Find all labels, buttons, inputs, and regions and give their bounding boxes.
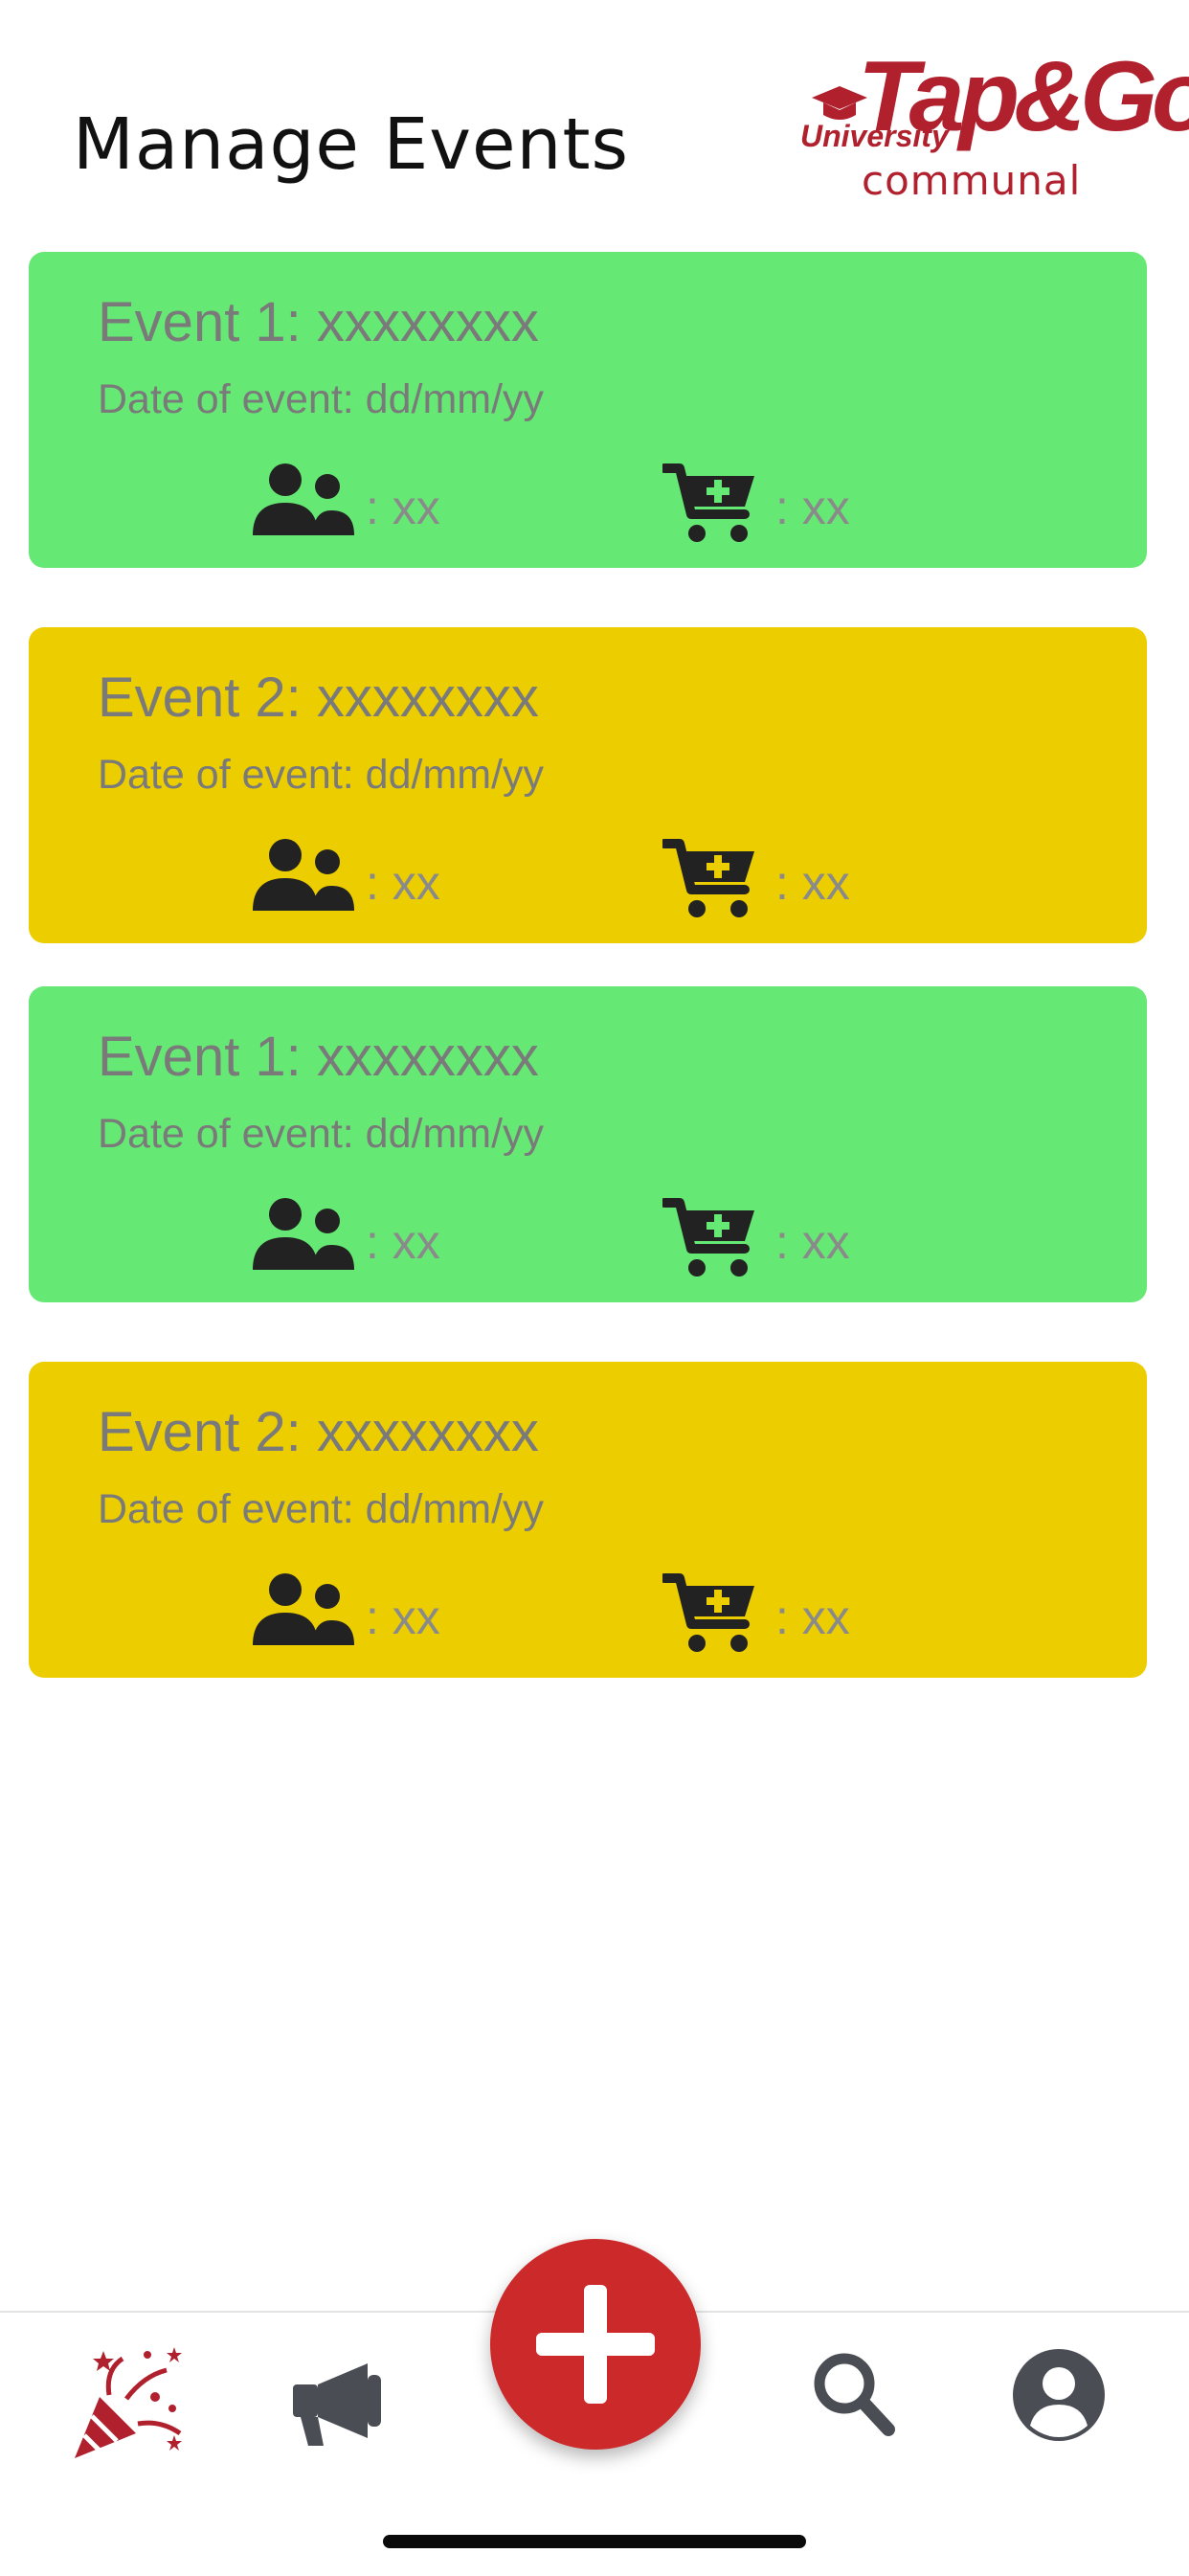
event-date: Date of event: dd/mm/yy [98,752,545,798]
tapgo-logo: Tap&Go University communal [796,44,1189,209]
sales-count: : xx [775,856,850,910]
plus-icon [536,2285,655,2404]
logo-subtitle: communal [862,157,1082,204]
event-card[interactable]: Event 1: xxxxxxxx Date of event: dd/mm/y… [29,252,1147,568]
event-title: Event 1: xxxxxxxx [98,1026,539,1088]
attendees-count: : xx [366,856,440,910]
event-date: Date of event: dd/mm/yy [98,1111,545,1157]
nav-item-profile[interactable] [1013,2349,1105,2441]
add-event-button[interactable] [490,2239,701,2450]
nav-item-events[interactable] [67,2341,191,2466]
search-icon [814,2353,895,2436]
attendees-count: : xx [366,481,440,534]
account-icon [1013,2349,1105,2441]
event-card[interactable]: Event 2: xxxxxxxx Date of event: dd/mm/y… [29,1362,1147,1678]
cart-plus-icon [662,463,754,542]
sales-count: : xx [775,1215,850,1269]
people-icon [253,463,354,535]
attendees-count: : xx [366,1591,440,1644]
sales-count: : xx [775,1591,850,1644]
cart-plus-icon [662,1198,754,1277]
event-card[interactable]: Event 2: xxxxxxxx Date of event: dd/mm/y… [29,627,1147,943]
people-icon [253,1573,354,1645]
event-title: Event 2: xxxxxxxx [98,667,539,729]
event-card[interactable]: Event 1: xxxxxxxx Date of event: dd/mm/y… [29,986,1147,1302]
party-popper-icon [75,2347,182,2458]
event-title: Event 1: xxxxxxxx [98,291,539,353]
attendees-count: : xx [366,1215,440,1269]
sales-count: : xx [775,481,850,534]
cart-plus-icon [662,1573,754,1652]
event-title: Event 2: xxxxxxxx [98,1401,539,1463]
megaphone-icon [293,2363,381,2446]
event-date: Date of event: dd/mm/yy [98,376,545,422]
home-indicator[interactable] [383,2535,806,2548]
event-date: Date of event: dd/mm/yy [98,1486,545,1532]
logo-university: University [800,119,949,153]
nav-item-announcements[interactable] [287,2356,393,2452]
cart-plus-icon [662,839,754,917]
people-icon [253,1198,354,1270]
nav-item-search[interactable] [810,2349,896,2440]
page-title: Manage Events [73,103,630,186]
people-icon [253,839,354,911]
